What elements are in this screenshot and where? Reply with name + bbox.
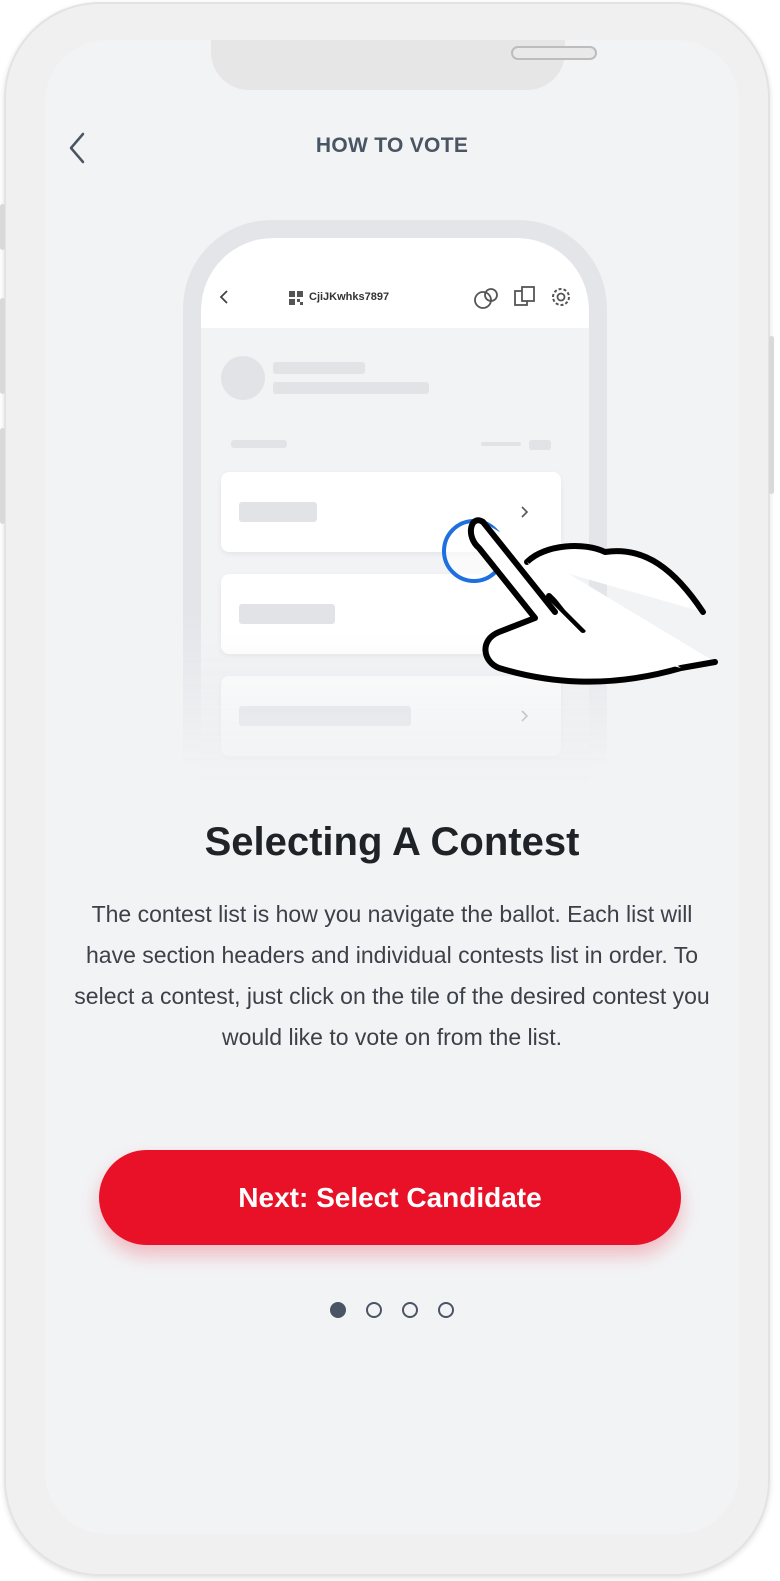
placeholder-line <box>239 706 411 726</box>
speaker-grille <box>511 46 597 60</box>
page-dot-2[interactable] <box>366 1302 382 1318</box>
next-select-candidate-button[interactable]: Next: Select Candidate <box>99 1150 681 1245</box>
device-notch <box>211 40 597 90</box>
placeholder-line <box>273 362 365 374</box>
pagination-dots <box>45 1302 739 1323</box>
step-description: The contest list is how you navigate the… <box>74 901 710 1050</box>
placeholder-line <box>239 604 335 624</box>
placeholder-line <box>239 502 317 522</box>
accessibility-icon <box>474 288 498 309</box>
placeholder-section-meta <box>529 440 551 450</box>
placeholder-avatar <box>221 356 265 400</box>
placeholder-section-header <box>231 440 287 448</box>
device-power-button <box>769 336 774 494</box>
illustration-ballot-code: CjiJKwhks7897 <box>309 291 390 303</box>
page-dot-3[interactable] <box>402 1302 418 1318</box>
pointing-hand-icon <box>467 517 718 685</box>
placeholder-line <box>273 382 429 394</box>
qr-code-icon <box>289 291 303 305</box>
settings-gear-icon <box>552 288 570 306</box>
placeholder-section-meta <box>481 442 521 446</box>
page-dot-4[interactable] <box>438 1302 454 1318</box>
illustration-chevron-left-icon <box>219 290 228 304</box>
page-title: HOW TO VOTE <box>315 134 469 157</box>
page-dot-1[interactable] <box>330 1302 346 1318</box>
language-icon <box>514 286 535 306</box>
device-volume-down <box>0 428 5 524</box>
step-title: Selecting A Contest <box>204 820 580 864</box>
device-silent-switch <box>0 204 5 250</box>
device-volume-up <box>0 298 5 394</box>
app-screen: HOW TO VOTE CjiJKwhks7897 Selecting A Co… <box>45 40 739 1534</box>
device-frame: HOW TO VOTE CjiJKwhks7897 Selecting A Co… <box>0 2 774 1576</box>
illustration-top-bar: CjiJKwhks7897 <box>201 238 589 328</box>
